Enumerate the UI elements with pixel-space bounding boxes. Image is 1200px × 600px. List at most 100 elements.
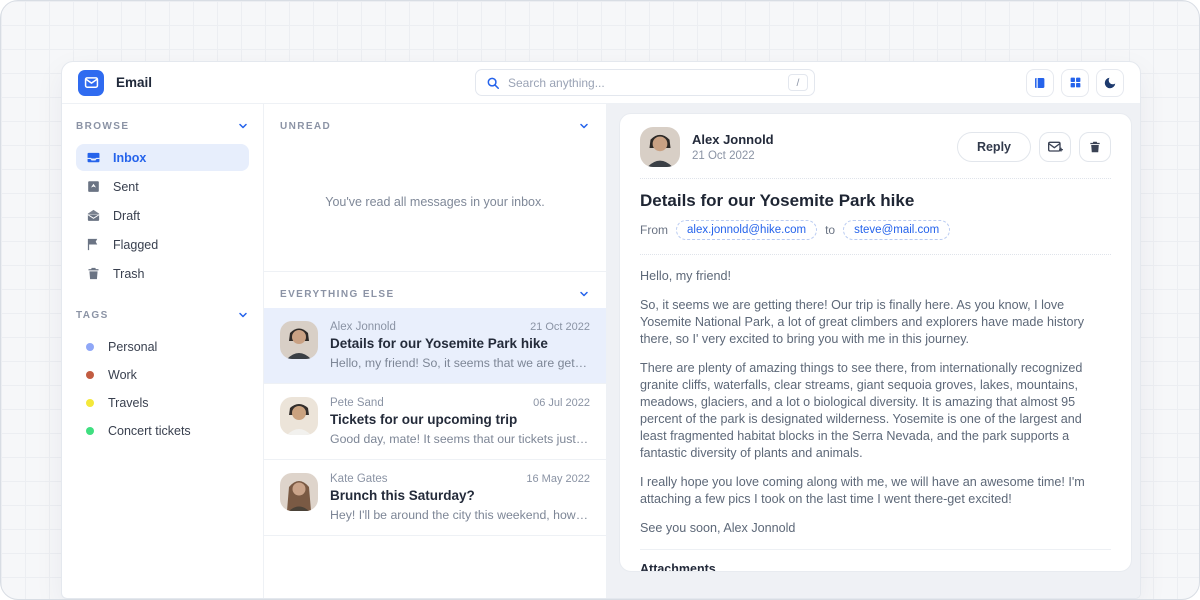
reply-button[interactable]: Reply <box>957 132 1031 162</box>
email-body: Hello, my friend! So, it seems we are ge… <box>640 268 1111 537</box>
detail-subject: Details for our Yosemite Park hike <box>640 191 1111 211</box>
body-paragraph: There are plenty of amazing things to se… <box>640 360 1111 462</box>
tag-label: Concert tickets <box>108 424 191 438</box>
tags-collapse-chevron-icon[interactable] <box>237 309 249 321</box>
avatar-pete-sand <box>280 397 318 435</box>
inbox-icon <box>86 150 101 165</box>
email-detail-card: Alex Jonnold 21 Oct 2022 Reply <box>619 113 1132 572</box>
everything-else-section-title: EVERYTHING ELSE <box>280 289 395 300</box>
email-date: 16 May 2022 <box>526 473 590 485</box>
unread-collapse-chevron-icon[interactable] <box>578 120 590 132</box>
to-label: to <box>825 223 835 237</box>
email-sender: Kate Gates <box>330 473 388 485</box>
email-sender: Pete Sand <box>330 397 384 409</box>
to-email-pill[interactable]: steve@mail.com <box>843 220 950 240</box>
detail-sender-name: Alex Jonnold <box>692 132 945 147</box>
envelope-plus-icon <box>1047 139 1063 155</box>
email-subject: Tickets for our upcoming trip <box>330 412 590 427</box>
email-app-window: Email / <box>61 61 1141 599</box>
email-list-item-yosemite[interactable]: Alex Jonnold 21 Oct 2022 Details for our… <box>264 308 606 384</box>
sidebar-item-flagged[interactable]: Flagged <box>76 231 249 258</box>
app-title: Email <box>116 75 152 90</box>
detail-date: 21 Oct 2022 <box>692 150 945 162</box>
unread-section: UNREAD You've read all messages in your … <box>264 104 606 272</box>
grid-icon <box>1069 76 1082 89</box>
tag-dot-concert <box>86 427 94 435</box>
moon-icon <box>1103 76 1117 90</box>
avatar-alex-jonnold-large <box>640 127 680 167</box>
detail-header: Alex Jonnold 21 Oct 2022 Reply <box>640 127 1111 167</box>
email-subject: Details for our Yosemite Park hike <box>330 336 590 351</box>
email-preview: Hello, my friend! So, it seems that we a… <box>330 356 590 370</box>
book-icon <box>1033 76 1047 90</box>
tag-dot-personal <box>86 343 94 351</box>
subject-divider <box>640 254 1111 255</box>
email-date: 21 Oct 2022 <box>530 321 590 333</box>
draft-envelope-icon <box>86 208 101 223</box>
unread-empty-message: You've read all messages in your inbox. <box>264 140 606 271</box>
avatar-kate-gates <box>280 473 318 511</box>
tag-label: Personal <box>108 340 157 354</box>
email-date: 06 Jul 2022 <box>533 397 590 409</box>
sidebar-item-label: Draft <box>113 209 140 223</box>
sidebar-item-inbox[interactable]: Inbox <box>76 144 249 171</box>
sidebar-item-sent[interactable]: Sent <box>76 173 249 200</box>
tag-item-concert-tickets[interactable]: Concert tickets <box>76 417 249 445</box>
sidebar-item-label: Inbox <box>113 151 146 165</box>
delete-button[interactable] <box>1079 132 1111 162</box>
message-list-column: UNREAD You've read all messages in your … <box>264 104 607 598</box>
tags-section-title: TAGS <box>76 310 109 321</box>
email-subject: Brunch this Saturday? <box>330 488 590 503</box>
email-list-item-tickets[interactable]: Pete Sand 06 Jul 2022 Tickets for our up… <box>264 384 606 460</box>
email-preview: Hey! I'll be around the city this weeken… <box>330 508 590 522</box>
tag-dot-work <box>86 371 94 379</box>
everything-else-section-header: EVERYTHING ELSE <box>264 272 606 308</box>
brand: Email <box>78 70 264 96</box>
page-background: Email / <box>0 0 1200 600</box>
flag-icon <box>86 237 101 252</box>
sidebar-item-trash[interactable]: Trash <box>76 260 249 287</box>
avatar-alex-jonnold <box>280 321 318 359</box>
tag-label: Travels <box>108 396 149 410</box>
search-bar[interactable]: / <box>475 69 815 96</box>
email-preview: Good day, mate! It seems that our ticket… <box>330 432 590 446</box>
tag-item-work[interactable]: Work <box>76 361 249 389</box>
email-list-item-brunch[interactable]: Kate Gates 16 May 2022 Brunch this Satur… <box>264 460 606 536</box>
tag-item-travels[interactable]: Travels <box>76 389 249 417</box>
email-logo-icon[interactable] <box>78 70 104 96</box>
forward-button[interactable] <box>1039 132 1071 162</box>
browse-section-title: BROWSE <box>76 121 129 132</box>
attachments-title: Attachments <box>640 562 1111 572</box>
everything-else-collapse-chevron-icon[interactable] <box>578 288 590 300</box>
tag-label: Work <box>108 368 137 382</box>
email-detail-pane: Alex Jonnold 21 Oct 2022 Reply <box>607 104 1140 598</box>
email-sender: Alex Jonnold <box>330 321 396 333</box>
tag-dot-travels <box>86 399 94 407</box>
addressbook-button[interactable] <box>1026 69 1054 97</box>
search-icon <box>486 76 500 90</box>
header-divider <box>640 178 1111 179</box>
body-paragraph: So, it seems we are getting there! Our t… <box>640 297 1111 348</box>
sidebar-item-label: Trash <box>113 267 145 281</box>
sent-icon <box>86 179 101 194</box>
sidebar-item-label: Sent <box>113 180 139 194</box>
browse-collapse-chevron-icon[interactable] <box>237 120 249 132</box>
body-paragraph: Hello, my friend! <box>640 268 1111 285</box>
search-shortcut-key: / <box>788 74 808 91</box>
trash-icon <box>1088 140 1102 154</box>
detail-actions: Reply <box>957 132 1111 162</box>
from-label: From <box>640 223 668 237</box>
dark-mode-button[interactable] <box>1096 69 1124 97</box>
trash-icon <box>86 266 101 281</box>
attachments-divider <box>640 549 1111 550</box>
sidebar: BROWSE Inbox Sent <box>62 104 264 598</box>
topbar-actions <box>1026 69 1124 97</box>
topbar: Email / <box>62 62 1140 104</box>
sidebar-item-draft[interactable]: Draft <box>76 202 249 229</box>
from-email-pill[interactable]: alex.jonnold@hike.com <box>676 220 817 240</box>
from-to-row: From alex.jonnold@hike.com to steve@mail… <box>640 220 1111 240</box>
apps-button[interactable] <box>1061 69 1089 97</box>
search-input[interactable] <box>508 76 780 90</box>
tag-item-personal[interactable]: Personal <box>76 333 249 361</box>
body-paragraph: See you soon, Alex Jonnold <box>640 520 1111 537</box>
